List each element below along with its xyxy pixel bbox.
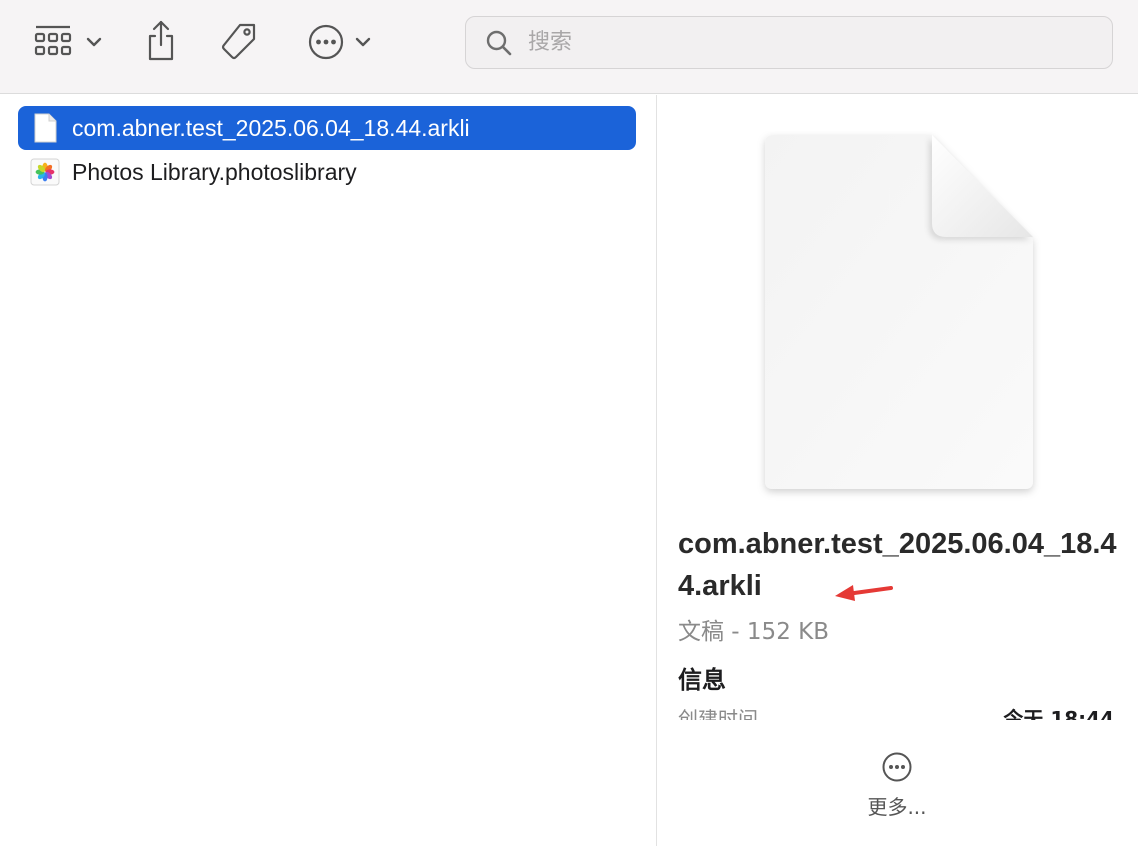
chevron-down-icon: [86, 37, 102, 47]
ellipsis-circle-icon: [882, 752, 912, 782]
info-label: 创建时间: [678, 707, 758, 720]
ellipsis-circle-icon: [308, 24, 344, 60]
info-scroll-area[interactable]: 创建时间 今天 18:44: [678, 705, 1114, 720]
photos-library-icon: [30, 155, 60, 189]
more-label: 更多...: [867, 795, 927, 819]
info-row-created: 创建时间 今天 18:44: [678, 705, 1114, 720]
view-switcher-button[interactable]: [28, 22, 108, 62]
grid-view-icon: [34, 25, 72, 56]
search-input[interactable]: [526, 29, 1086, 56]
preview-pane: com.abner.test_2025.06.04_18.44.arkli 文稿…: [657, 95, 1138, 846]
file-row-arkli[interactable]: com.abner.test_2025.06.04_18.44.arkli: [18, 106, 636, 150]
search-field[interactable]: [465, 16, 1113, 69]
file-row-photos-library[interactable]: Photos Library.photoslibrary: [18, 150, 636, 194]
file-list: com.abner.test_2025.06.04_18.44.arkli Ph…: [0, 95, 656, 846]
file-kind-size: 文稿 - 152 KB: [678, 619, 829, 645]
file-name: com.abner.test_2025.06.04_18.44.arkli: [72, 114, 470, 141]
document-icon: [30, 111, 60, 145]
tag-button[interactable]: [216, 20, 262, 64]
more-button[interactable]: 更多...: [847, 751, 947, 835]
more-actions-button[interactable]: [304, 22, 376, 62]
info-heading: 信息: [678, 666, 726, 694]
toolbar: [0, 0, 1138, 94]
share-icon: [148, 20, 174, 61]
preview-title: com.abner.test_2025.06.04_18.44.arkli: [678, 528, 1117, 602]
info-value: 今天 18:44: [1003, 707, 1114, 720]
file-name: Photos Library.photoslibrary: [72, 158, 357, 185]
tag-icon: [221, 23, 256, 60]
red-arrow-annotation-icon: [835, 585, 893, 601]
share-button[interactable]: [140, 18, 182, 64]
search-icon: [484, 28, 514, 58]
chevron-down-icon: [355, 37, 371, 47]
document-preview-icon: [765, 135, 1033, 489]
